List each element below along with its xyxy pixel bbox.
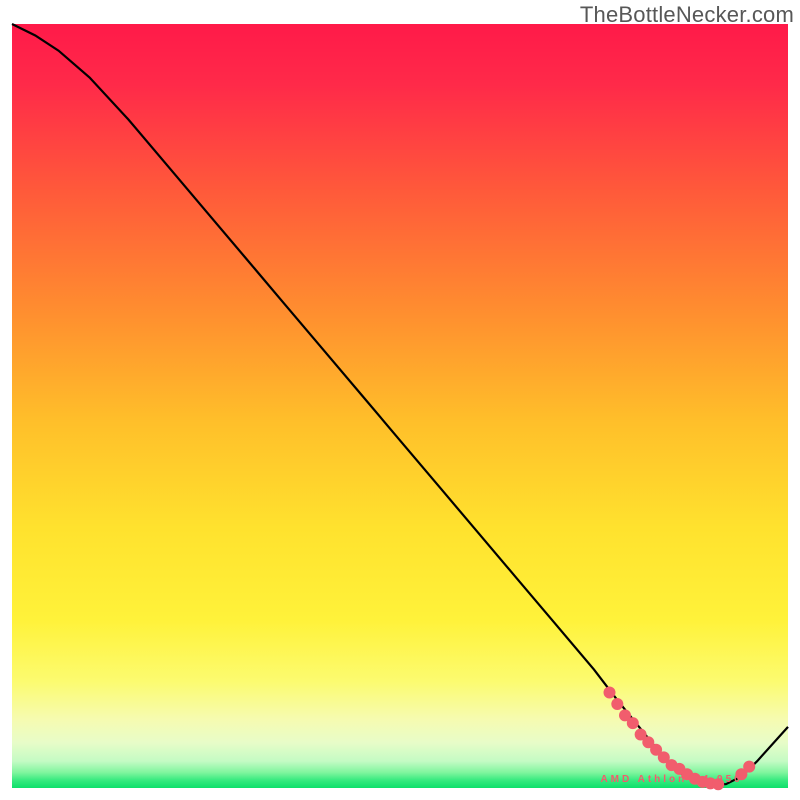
watermark-text: TheBottleNecker.com xyxy=(580,2,794,28)
curve-marker xyxy=(743,761,755,773)
curve-annotation: AMD Athlon X4 950 xyxy=(600,774,742,785)
chart-background xyxy=(12,24,788,788)
bottleneck-chart: AMD Athlon X4 950 xyxy=(0,0,800,800)
curve-marker xyxy=(604,687,616,699)
curve-marker xyxy=(611,698,623,710)
chart-canvas: TheBottleNecker.com xyxy=(0,0,800,800)
curve-marker xyxy=(627,717,639,729)
